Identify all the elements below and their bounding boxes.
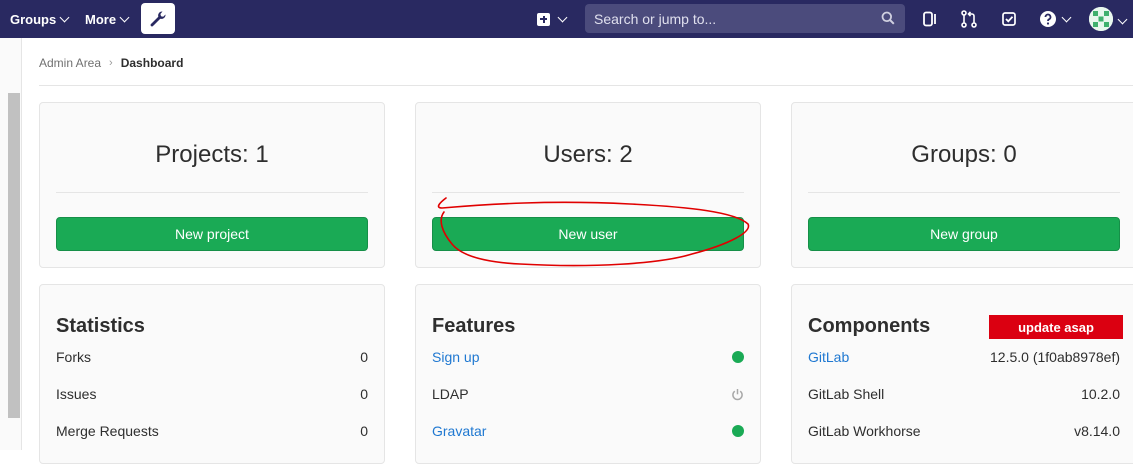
breadcrumb-dashboard: Dashboard — [120, 56, 184, 70]
wrench-icon — [150, 10, 166, 26]
component-label: GitLab Workhorse — [808, 423, 921, 439]
groups-dropdown[interactable]: Groups — [10, 0, 70, 38]
groups-card: Groups: 0 New group — [791, 102, 1133, 268]
components-title: Components — [808, 315, 931, 337]
breadcrumb-divider — [39, 85, 1133, 86]
card-divider — [432, 192, 744, 193]
projects-card: Projects: 1 New project — [39, 102, 385, 268]
breadcrumb-admin-area[interactable]: Admin Area — [39, 56, 101, 70]
chevron-down-icon — [1117, 14, 1128, 25]
statistics-card: Statistics Forks 0 Issues 0 Merge Reques… — [39, 284, 385, 464]
help-icon — [1039, 11, 1056, 27]
chevron-down-icon — [59, 12, 70, 22]
left-sidebar — [0, 38, 22, 450]
stat-value: 0 — [360, 423, 368, 439]
component-label: GitLab Shell — [808, 386, 885, 402]
help-dropdown[interactable] — [1036, 9, 1072, 29]
more-label: More — [85, 11, 117, 27]
merge-request-icon — [961, 10, 977, 28]
feature-label-ldap: LDAP — [432, 386, 469, 402]
card-divider — [808, 192, 1120, 193]
component-row: GitLab Shell 10.2.0 — [808, 384, 1120, 404]
status-on-icon — [732, 351, 744, 363]
search-box[interactable] — [585, 4, 905, 33]
stat-row: Issues 0 — [56, 384, 368, 404]
stat-label: Merge Requests — [56, 423, 159, 439]
breadcrumb: Admin Area › Dashboard — [39, 52, 183, 74]
stat-value: 0 — [360, 349, 368, 365]
chevron-down-icon — [557, 12, 568, 22]
component-row: GitLab 12.5.0 (1f0ab8978ef) — [808, 347, 1120, 367]
groups-count-title: Groups: 0 — [911, 141, 1017, 168]
chevron-down-icon — [119, 12, 130, 22]
sidebar-toggle-icon — [923, 11, 936, 27]
breadcrumb-chevron-icon: › — [109, 57, 113, 69]
new-group-button[interactable]: New group — [808, 217, 1120, 251]
projects-count-title: Projects: 1 — [155, 141, 269, 168]
stat-value: 0 — [360, 386, 368, 402]
feature-link-gravatar[interactable]: Gravatar — [432, 423, 486, 439]
stat-label: Forks — [56, 349, 91, 365]
component-link-gitlab[interactable]: GitLab — [808, 349, 849, 365]
chevron-down-icon — [1061, 12, 1071, 22]
stat-row: Merge Requests 0 — [56, 421, 368, 441]
new-project-button[interactable]: New project — [56, 217, 368, 251]
users-count-title: Users: 2 — [543, 141, 633, 168]
search-input[interactable] — [594, 10, 864, 27]
feature-link-sign-up[interactable]: Sign up — [432, 349, 479, 365]
more-dropdown[interactable]: More — [85, 0, 130, 38]
merge-requests-button[interactable] — [959, 9, 979, 29]
feature-row: LDAP — [432, 384, 744, 404]
components-card: Components update asap GitLab 12.5.0 (1f… — [791, 284, 1133, 464]
new-item-dropdown[interactable] — [537, 0, 568, 38]
stat-label: Issues — [56, 386, 97, 402]
power-icon — [732, 388, 743, 400]
top-navbar: Groups More — [0, 0, 1133, 38]
status-on-icon — [732, 425, 744, 437]
stat-row: Forks 0 — [56, 347, 368, 367]
component-version: 12.5.0 (1f0ab8978ef) — [990, 349, 1120, 365]
update-asap-badge[interactable]: update asap — [989, 315, 1123, 339]
admin-area-button[interactable] — [141, 3, 175, 34]
user-avatar[interactable] — [1089, 7, 1113, 31]
todo-check-icon — [1002, 12, 1016, 26]
plus-square-icon — [537, 12, 550, 26]
groups-label: Groups — [10, 11, 57, 27]
new-user-button[interactable]: New user — [432, 217, 744, 251]
search-icon — [881, 11, 895, 25]
component-version: 10.2.0 — [1081, 386, 1120, 402]
statistics-title: Statistics — [56, 315, 145, 337]
features-card: Features Sign up LDAP Gravatar — [415, 284, 761, 464]
identicon-icon — [1089, 7, 1113, 31]
component-version: v8.14.0 — [1074, 423, 1120, 439]
todos-button[interactable] — [999, 9, 1019, 29]
feature-row: Sign up — [432, 347, 744, 367]
users-card: Users: 2 New user — [415, 102, 761, 268]
feature-row: Gravatar — [432, 421, 744, 441]
features-title: Features — [432, 315, 516, 337]
sidebar-scrollbar[interactable] — [8, 93, 20, 418]
card-divider — [56, 192, 368, 193]
component-row: GitLab Workhorse v8.14.0 — [808, 421, 1120, 441]
sidebar-toggle-button[interactable] — [920, 9, 940, 29]
